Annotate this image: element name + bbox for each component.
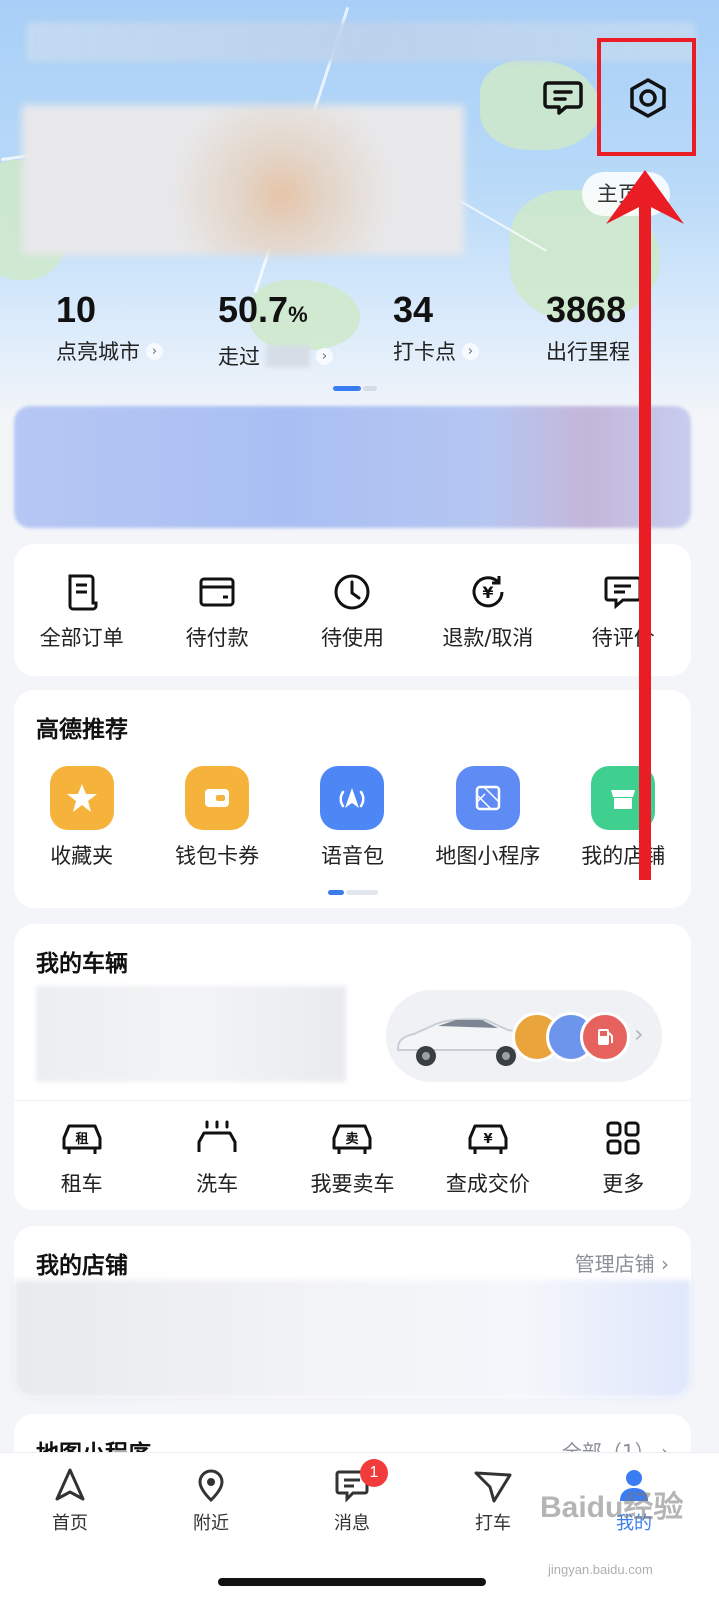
mini-program-icon [475, 785, 501, 811]
orders-card: 全部订单 待付款 待使用 ¥ 退款/取消 待评价 [14, 544, 691, 676]
chevron-right-icon: › [634, 1020, 644, 1048]
profile-blurred [22, 105, 464, 255]
svg-text:¥: ¥ [482, 583, 493, 602]
service-label: 更多 [602, 1172, 645, 1196]
price-car-icon: ¥ [468, 1124, 508, 1154]
stat-label: 走过 [218, 345, 260, 369]
stat-cities[interactable]: 10 点亮城市 › [56, 288, 163, 366]
vehicle-card: 我的车辆 › 租 租车 洗车 卖 我要卖车 ¥ 查成交价 更多 [14, 924, 691, 1210]
stat-label: 打卡点 [393, 340, 456, 364]
order-label: 退款/取消 [442, 626, 534, 650]
order-to-use[interactable]: 待使用 [285, 572, 420, 652]
watermark-url: jingyan.baidu.com [548, 1562, 653, 1577]
watermark-brand: Baidu经验 [540, 1491, 684, 1524]
service-rent-car[interactable]: 租 租车 [14, 1118, 149, 1198]
sell-car-icon: 卖 [332, 1124, 372, 1154]
service-more[interactable]: 更多 [556, 1118, 691, 1198]
chevron-right-icon: › [316, 347, 333, 365]
stat-value: 10 [56, 289, 97, 330]
service-check-price[interactable]: ¥ 查成交价 [420, 1118, 555, 1198]
promo-banner-blurred[interactable] [14, 406, 691, 528]
status-bar-blurred [26, 22, 696, 62]
svg-text:¥: ¥ [483, 1132, 492, 1147]
clock-icon [334, 574, 370, 610]
tab-nearby[interactable]: 附近 [161, 1467, 261, 1535]
chevron-right-icon: › [146, 342, 163, 360]
stat-checkins[interactable]: 34 打卡点 › [393, 288, 479, 366]
order-label: 全部订单 [39, 626, 124, 650]
vehicle-panel[interactable]: › [386, 990, 662, 1082]
wallet-card-icon [205, 789, 230, 807]
stat-unit: % [288, 302, 308, 327]
tab-label: 消息 [334, 1513, 370, 1534]
tab-label: 打车 [475, 1513, 511, 1534]
fuel-station-icon [580, 1012, 630, 1062]
vehicle-title: 我的车辆 [36, 951, 128, 977]
rent-car-icon: 租 [62, 1124, 102, 1154]
shop-title: 我的店铺 [36, 1253, 128, 1279]
home-nav-icon [55, 1468, 85, 1501]
manage-shop-label: 管理店铺 [574, 1252, 655, 1276]
recommend-voice-pack[interactable]: 语音包 [285, 766, 420, 870]
annotation-arrow [606, 170, 684, 880]
order-all[interactable]: 全部订单 [14, 572, 149, 652]
recommend-label: 钱包卡券 [175, 844, 260, 868]
service-car-wash[interactable]: 洗车 [149, 1118, 284, 1198]
recommend-title: 高德推荐 [36, 717, 128, 743]
svg-text:租: 租 [75, 1132, 88, 1147]
voice-pack-icon [339, 788, 365, 808]
stat-value: 34 [393, 289, 434, 330]
wallet-icon [199, 577, 235, 607]
tab-messages[interactable]: 1 消息 [302, 1459, 402, 1535]
tab-label: 附近 [193, 1513, 229, 1534]
svg-text:卖: 卖 [346, 1131, 359, 1147]
recommend-label: 语音包 [320, 844, 384, 868]
recommend-card: 高德推荐 收藏夹 钱包卡券 语音包 地图小程序 我的店铺 [14, 690, 691, 908]
tab-label: 首页 [52, 1513, 88, 1534]
order-label: 待付款 [185, 626, 249, 650]
star-icon [66, 784, 97, 812]
recommend-page-indicator [328, 890, 378, 895]
settings-highlight-box [597, 38, 696, 156]
stat-traveled[interactable]: 50.7% 走过 › [218, 288, 333, 371]
order-refund[interactable]: ¥ 退款/取消 [420, 572, 555, 652]
car-wash-icon [197, 1120, 237, 1152]
tab-home[interactable]: 首页 [20, 1467, 120, 1535]
home-indicator [218, 1578, 486, 1586]
refund-icon: ¥ [472, 576, 504, 608]
service-label: 查成交价 [445, 1172, 530, 1196]
service-label: 我要卖车 [310, 1172, 395, 1196]
grid-more-icon [606, 1121, 640, 1155]
stats-page-indicator [333, 386, 377, 391]
order-list-icon [68, 574, 98, 611]
manage-shop-link[interactable]: 管理店铺 › [575, 1248, 669, 1277]
service-label: 租车 [60, 1172, 103, 1196]
service-label: 洗车 [196, 1172, 239, 1196]
blurred-text [266, 345, 310, 367]
stat-label: 点亮城市 [56, 340, 140, 364]
vehicle-info-blurred [36, 986, 346, 1082]
order-label: 待使用 [320, 626, 384, 650]
recommend-mini-program[interactable]: 地图小程序 [420, 766, 555, 870]
chat-icon [543, 81, 583, 115]
taxi-icon [474, 1471, 512, 1503]
chevron-right-icon: › [462, 342, 479, 360]
shop-content-blurred [14, 1280, 691, 1398]
unread-badge: 1 [360, 1459, 388, 1487]
recommend-favorites[interactable]: 收藏夹 [14, 766, 149, 870]
recommend-wallet[interactable]: 钱包卡券 [149, 766, 284, 870]
location-pin-icon [198, 1469, 224, 1503]
message-button[interactable] [539, 74, 587, 122]
stat-value: 50.7 [218, 289, 289, 330]
recommend-label: 收藏夹 [50, 844, 114, 868]
tab-taxi[interactable]: 打车 [443, 1467, 543, 1535]
service-sell-car[interactable]: 卖 我要卖车 [285, 1118, 420, 1198]
chevron-right-icon: › [661, 1252, 669, 1276]
recommend-label: 地图小程序 [435, 844, 541, 868]
order-pending-payment[interactable]: 待付款 [149, 572, 284, 652]
